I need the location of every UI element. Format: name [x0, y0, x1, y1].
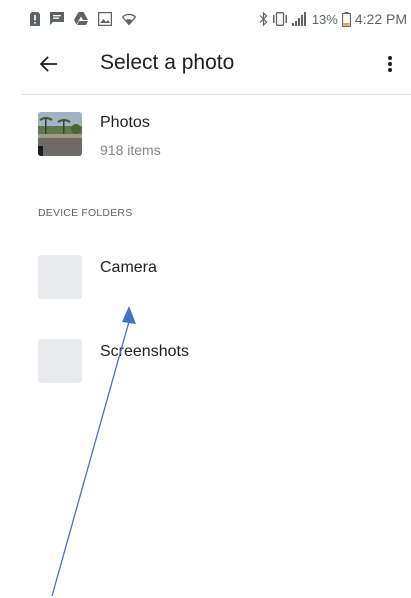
- gallery-icon: [98, 12, 112, 26]
- app-bar-divider: [22, 94, 411, 95]
- vibrate-icon: [272, 12, 288, 26]
- folder-label: Screenshots: [100, 343, 189, 360]
- photos-thumbnail: [38, 112, 82, 156]
- signal-icon: [291, 12, 308, 26]
- folder-label: Camera: [100, 259, 157, 276]
- folder-thumbnail: [38, 339, 82, 383]
- status-bar: 13% 4:22 PM: [0, 0, 411, 38]
- folder-item-screenshots[interactable]: Screenshots: [0, 339, 411, 399]
- photos-title: Photos: [100, 114, 150, 131]
- photos-item[interactable]: Photos 918 items: [0, 106, 411, 164]
- wifi-icon: [122, 13, 136, 25]
- photos-count: 918 items: [100, 142, 161, 158]
- more-options-button[interactable]: [378, 50, 402, 78]
- folder-item-camera[interactable]: Camera: [0, 255, 411, 315]
- folder-thumbnail: [38, 255, 82, 299]
- message-icon: [50, 12, 64, 26]
- app-bar: Select a photo: [0, 38, 411, 90]
- bluetooth-icon: [259, 12, 268, 26]
- status-right-icons: 13% 4:22 PM: [259, 11, 407, 27]
- back-button[interactable]: [34, 50, 62, 78]
- more-vert-icon: [387, 55, 393, 73]
- arrow-back-icon: [38, 54, 58, 74]
- drive-icon: [74, 12, 88, 26]
- status-time: 4:22 PM: [354, 11, 407, 27]
- sim-alert-icon: [30, 12, 40, 26]
- device-folders-header: DEVICE FOLDERS: [38, 207, 133, 219]
- status-left-icons: [30, 12, 136, 26]
- page-title: Select a photo: [100, 51, 235, 74]
- battery-percent: 13%: [311, 11, 338, 27]
- battery-icon: [341, 11, 351, 27]
